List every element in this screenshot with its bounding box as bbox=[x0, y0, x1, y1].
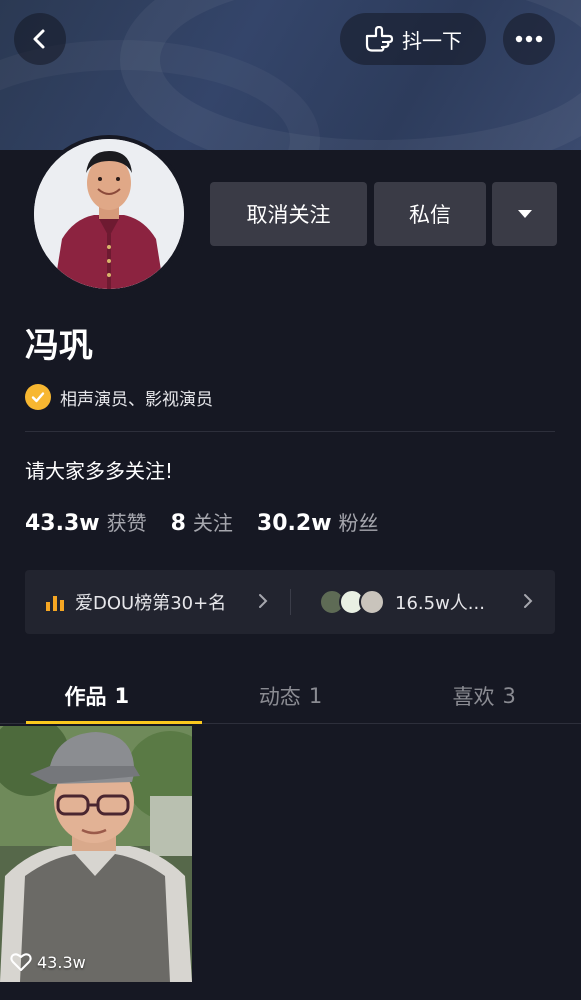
tab-works[interactable]: 作品 1 bbox=[0, 668, 202, 724]
viewer-avatar bbox=[359, 589, 385, 615]
stat-value: 30.2w bbox=[256, 511, 332, 536]
tab-count: 1 bbox=[114, 683, 130, 708]
caret-down-icon bbox=[517, 210, 532, 218]
unfollow-button[interactable]: 取消关注 bbox=[210, 182, 367, 246]
chevron-right-icon bbox=[524, 594, 533, 608]
stat-value: 8 bbox=[170, 511, 186, 536]
stat-label: 关注 bbox=[192, 511, 233, 535]
ellipsis-icon bbox=[515, 35, 543, 43]
content-tabs: 作品 1 动态 1 喜欢 3 bbox=[0, 668, 581, 724]
tab-count: 3 bbox=[502, 683, 516, 708]
unfollow-label: 取消关注 bbox=[246, 203, 331, 227]
stat-likes[interactable]: 43.3w 获赞 bbox=[25, 507, 147, 536]
message-label: 私信 bbox=[409, 203, 451, 227]
shake-label: 抖一下 bbox=[402, 28, 462, 53]
dou-rank-link[interactable]: 爱DOU榜第30+名 bbox=[25, 570, 290, 634]
tab-count: 1 bbox=[308, 683, 323, 708]
shake-button[interactable]: 抖一下 bbox=[340, 13, 486, 65]
recommend-dropdown-button[interactable] bbox=[492, 182, 557, 246]
video-cover-image bbox=[0, 726, 192, 982]
bio: 请大家多多关注! bbox=[25, 459, 174, 483]
profile-name: 冯巩 bbox=[25, 326, 93, 366]
video-thumbnail[interactable]: 43.3w bbox=[0, 726, 192, 982]
avatar-image bbox=[34, 139, 184, 289]
tab-label: 动态 bbox=[258, 684, 301, 709]
video-likes: 43.3w bbox=[10, 952, 86, 972]
tab-label: 作品 bbox=[64, 684, 107, 709]
verification-text: 相声演员、影视演员 bbox=[60, 389, 213, 410]
back-button[interactable] bbox=[14, 13, 66, 65]
stat-following[interactable]: 8 关注 bbox=[171, 507, 233, 536]
hand-point-icon bbox=[365, 26, 394, 52]
viewers-label: 16.5w人... bbox=[395, 593, 485, 614]
message-button[interactable]: 私信 bbox=[374, 182, 486, 246]
verification-info: 相声演员、影视演员 bbox=[25, 384, 213, 410]
stat-label: 粉丝 bbox=[338, 511, 379, 535]
tab-label: 喜欢 bbox=[452, 684, 495, 709]
more-button[interactable] bbox=[503, 13, 555, 65]
dou-rank-label: 爱DOU榜第30+名 bbox=[75, 593, 227, 614]
viewer-avatars bbox=[319, 589, 385, 615]
heart-icon bbox=[10, 953, 32, 971]
chevron-right-icon bbox=[259, 594, 268, 608]
avatar[interactable] bbox=[30, 135, 188, 293]
divider bbox=[25, 431, 555, 432]
chevron-left-icon bbox=[33, 29, 45, 49]
tab-activity[interactable]: 动态 1 bbox=[194, 668, 388, 723]
rank-bar: 爱DOU榜第30+名 16.5w人... bbox=[25, 570, 555, 634]
viewers-link[interactable]: 16.5w人... bbox=[291, 570, 555, 634]
tab-likes[interactable]: 喜欢 3 bbox=[387, 668, 581, 723]
stat-label: 获赞 bbox=[106, 511, 147, 535]
profile-banner bbox=[0, 0, 581, 150]
bar-chart-icon bbox=[46, 596, 64, 611]
video-likes-count: 43.3w bbox=[37, 952, 86, 972]
stats-row: 43.3w 获赞 8 关注 30.2w 粉丝 bbox=[25, 507, 379, 536]
stat-followers[interactable]: 30.2w 粉丝 bbox=[257, 507, 379, 536]
verified-badge-icon bbox=[25, 384, 51, 410]
stat-value: 43.3w bbox=[25, 511, 100, 536]
